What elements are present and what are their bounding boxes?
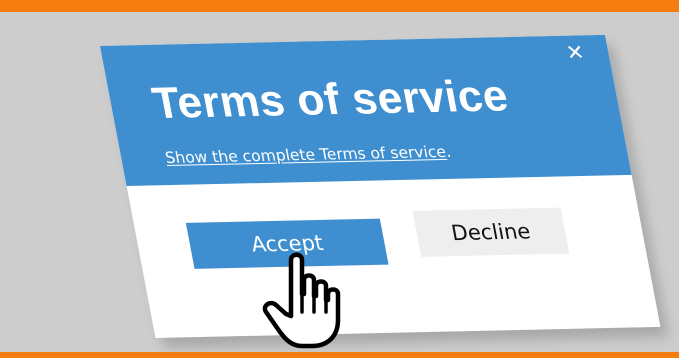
close-icon[interactable]: ✕ xyxy=(562,40,588,64)
terms-link[interactable]: Show the complete Terms of service xyxy=(164,143,448,167)
screenshot-frame: ✕ Terms of service Show the complete Ter… xyxy=(0,0,679,358)
dialog-subtitle: Show the complete Terms of service. xyxy=(164,143,453,167)
dialog-title: Terms of service xyxy=(148,71,513,129)
dialog-header: ✕ Terms of service Show the complete Ter… xyxy=(100,34,632,186)
hand-pointer-icon xyxy=(262,252,341,349)
terms-dialog: ✕ Terms of service Show the complete Ter… xyxy=(100,34,669,348)
decline-button[interactable]: Decline xyxy=(412,207,570,257)
dialog-body: ✕ Terms of service Show the complete Ter… xyxy=(100,34,661,338)
bottom-accent-bar xyxy=(0,352,679,358)
top-accent-bar xyxy=(0,0,679,12)
